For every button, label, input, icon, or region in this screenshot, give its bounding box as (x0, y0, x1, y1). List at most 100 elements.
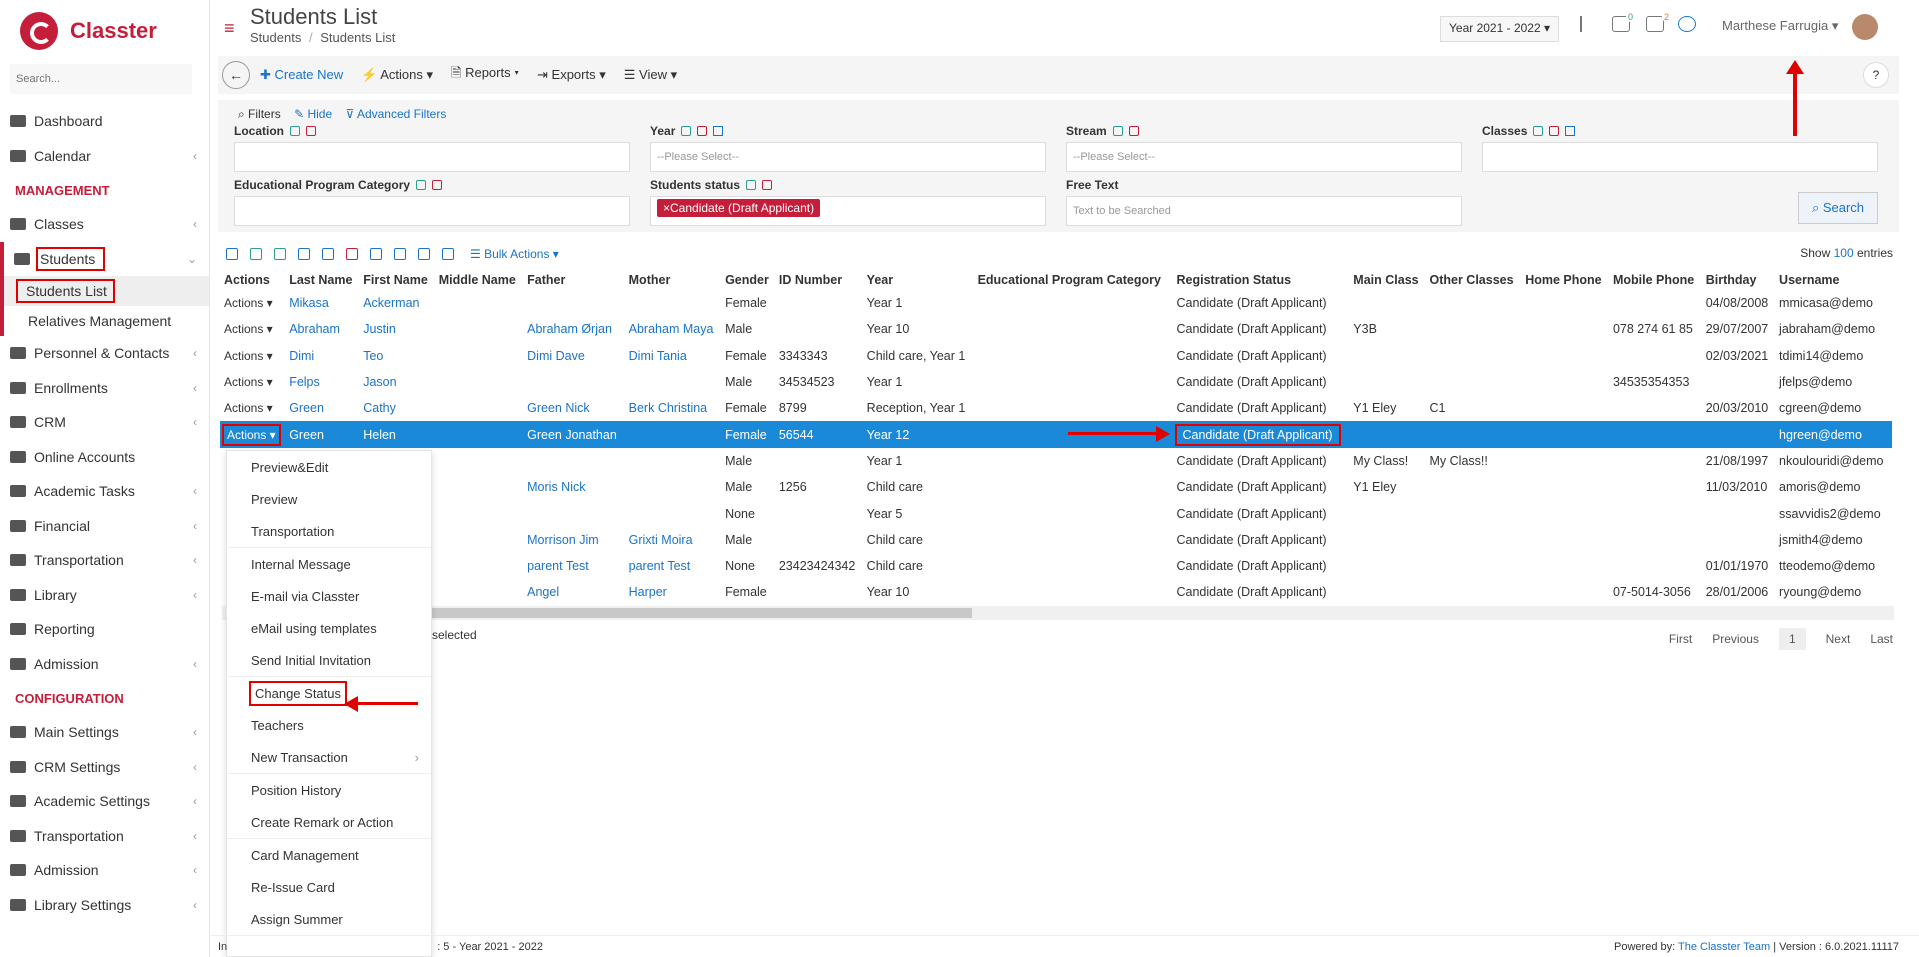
sidebar-item-library[interactable]: Library ‹ (0, 578, 209, 613)
sidebar-item-transportation[interactable]: Transportation ‹ (0, 543, 209, 578)
column-header-main-class[interactable]: Main Class (1349, 270, 1425, 290)
pager-first[interactable]: First (1669, 632, 1692, 646)
help-button[interactable]: ? (1863, 62, 1889, 88)
sidebar-item-crm-settings[interactable]: CRM Settings ‹ (0, 750, 209, 785)
row-actions-button[interactable]: Actions ▾ (224, 349, 273, 363)
cell-father[interactable] (523, 290, 625, 316)
cell-mother[interactable]: Grixti Moira (625, 527, 721, 553)
back-arrow-icon[interactable]: ← (222, 61, 250, 89)
advanced-filters-link[interactable]: ⊽ Advanced Filters (346, 107, 447, 121)
view-menu-button[interactable]: ☰ View ▾ (624, 67, 677, 83)
column-header-first-name[interactable]: First Name (359, 270, 434, 290)
cell-last-name[interactable]: Mikasa (285, 290, 359, 316)
actions-menu-button[interactable]: ⚡ Actions ▾ (361, 67, 433, 83)
check-icon[interactable] (681, 126, 692, 136)
entries-count-select[interactable]: 100 (1834, 246, 1854, 260)
menu-item-card-management[interactable]: Card Management (227, 839, 431, 871)
cell-father[interactable]: Dimi Dave (523, 343, 625, 369)
cell-father[interactable]: Green Jonathan (523, 421, 625, 448)
integrations-icon[interactable] (1678, 16, 1696, 32)
cell-mother[interactable] (624, 421, 722, 448)
sidebar-item-relatives-management[interactable]: Relatives Management (0, 306, 209, 336)
menu-item-preview-edit[interactable]: Preview&Edit (227, 451, 431, 483)
cell-mother[interactable] (625, 474, 721, 500)
table-row[interactable]: Actions ▾ Green Cathy Green Nick Berk Christ… (220, 395, 1892, 421)
cell-mother[interactable]: Abraham Maya (625, 316, 721, 342)
column-header-other-classes[interactable]: Other Classes (1426, 270, 1522, 290)
check-icon[interactable] (416, 180, 427, 190)
export-icon[interactable] (418, 248, 430, 260)
column-header-registration-status[interactable]: Registration Status (1173, 270, 1350, 290)
sidebar-item-transportation[interactable]: Transportation ‹ (0, 819, 209, 854)
cell-father[interactable]: Moris Nick (523, 474, 625, 500)
breadcrumb-students[interactable]: Students (250, 30, 301, 45)
cell-mother[interactable]: Berk Christina (625, 395, 721, 421)
column-header-id-number[interactable]: ID Number (775, 270, 863, 290)
filter-icon[interactable] (713, 126, 724, 136)
column-header-actions[interactable]: Actions (220, 270, 285, 290)
cell-first-name[interactable]: Jason (359, 369, 434, 395)
column-header-middle-name[interactable]: Middle Name (435, 270, 523, 290)
cell-last-name[interactable]: Abraham (285, 316, 359, 342)
column-header-year[interactable]: Year (863, 270, 974, 290)
expand-icon[interactable] (370, 248, 382, 260)
menu-item-create-remark-or-action[interactable]: Create Remark or Action (227, 806, 431, 838)
column-header-last-name[interactable]: Last Name (285, 270, 359, 290)
check-icon[interactable] (1533, 126, 1544, 136)
cell-actions[interactable]: Actions ▾ (220, 421, 286, 448)
table-row[interactable]: None Year 5 Candidate (Draft Applicant) ssa… (220, 500, 1892, 526)
table-row[interactable]: Male Year 1 Candidate (Draft Applicant) My … (220, 448, 1892, 474)
table-row[interactable]: Actions ▾ Dimi Teo Dimi Dave Dimi Tania Femal… (220, 343, 1892, 369)
hamburger-menu-icon[interactable]: ≡ (224, 18, 235, 39)
menu-item-assign-summer[interactable]: Assign Summer (227, 903, 431, 935)
sidebar-item-admission[interactable]: Admission ‹ (0, 853, 209, 888)
clear-icon[interactable] (762, 180, 773, 190)
menu-item-new-transaction[interactable]: New Transaction › (227, 741, 431, 773)
user-menu[interactable]: Marthese Farrugia ▾ (1722, 18, 1838, 34)
edu-category-input[interactable] (234, 196, 630, 226)
cell-first-name[interactable]: Justin (359, 316, 434, 342)
column-header-home-phone[interactable]: Home Phone (1521, 270, 1609, 290)
year-selector[interactable]: Year 2021 - 2022 ▾ (1440, 16, 1559, 42)
cell-father[interactable] (523, 369, 625, 395)
cell-last-name[interactable]: Green (285, 421, 360, 448)
sidebar-item-enrollments[interactable]: Enrollments ‹ (0, 371, 209, 406)
cell-father[interactable]: parent Test (523, 553, 625, 579)
cell-actions[interactable]: Actions ▾ (220, 343, 285, 369)
cell-father[interactable]: Green Nick (523, 395, 625, 421)
excel-icon[interactable] (250, 248, 262, 260)
clear-icon[interactable] (306, 126, 316, 136)
cell-first-name[interactable]: Ackerman (359, 290, 434, 316)
menu-item-re-issue-card[interactable]: Re-Issue Card (227, 871, 431, 903)
cell-father[interactable]: Morrison Jim (523, 527, 625, 553)
sidebar-item-main-settings[interactable]: Main Settings ‹ (0, 715, 209, 750)
columns-icon[interactable] (442, 248, 454, 260)
collapse-icon[interactable] (394, 248, 406, 260)
check-icon[interactable] (290, 126, 300, 136)
row-actions-button[interactable]: Actions ▾ (224, 322, 273, 336)
cell-father[interactable] (523, 500, 625, 526)
cell-first-name[interactable]: Cathy (359, 395, 434, 421)
reports-menu-button[interactable]: 🗎 Reports ▾ (451, 64, 519, 86)
classes-input[interactable] (1482, 142, 1878, 172)
cell-last-name[interactable]: Green (285, 395, 359, 421)
check-all-icon[interactable] (322, 248, 334, 260)
clear-icon[interactable] (1128, 126, 1139, 136)
table-row[interactable]: Actions ▾ Green Helen Green Jonathan Female 5… (220, 421, 1892, 448)
horizontal-scrollbar[interactable] (222, 606, 1894, 620)
pager-next[interactable]: Next (1826, 632, 1851, 646)
cell-mother[interactable] (625, 369, 721, 395)
create-new-button[interactable]: ✚ Create New (260, 67, 343, 83)
cell-mother[interactable] (625, 290, 721, 316)
column-header-birthday[interactable]: Birthday (1702, 270, 1775, 290)
cell-mother[interactable] (625, 500, 721, 526)
sidebar-search-input[interactable] (10, 64, 192, 94)
table-row[interactable]: Moris Nick Male 1256 Child care Candidate (D… (220, 474, 1892, 500)
exports-menu-button[interactable]: ⇥ Exports ▾ (537, 67, 606, 83)
menu-item-internal-message[interactable]: Internal Message (227, 548, 431, 580)
status-input[interactable]: ×Candidate (Draft Applicant) (650, 196, 1046, 226)
table-row[interactable]: Angel Harper Female Year 10 Candidate (Draft… (220, 579, 1892, 605)
location-input[interactable] (234, 142, 630, 172)
cell-first-name[interactable]: Helen (359, 421, 435, 448)
free-text-input[interactable]: Text to be Searched (1066, 196, 1462, 226)
